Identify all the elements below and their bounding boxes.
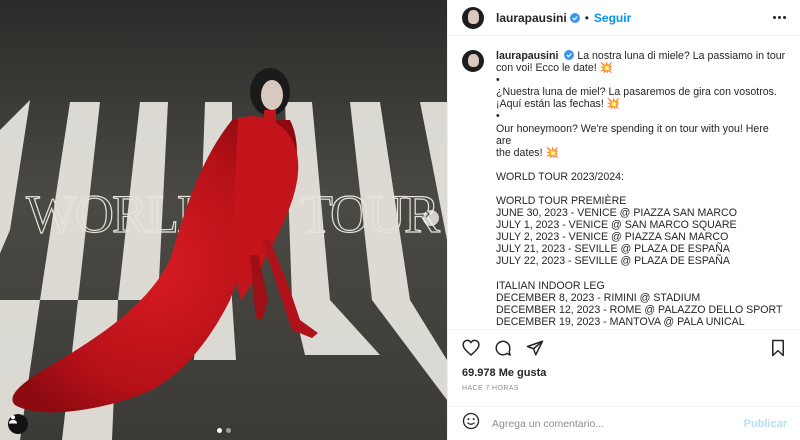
- post-media[interactable]: WORLD TOUR: [0, 0, 447, 440]
- carousel-dot: [225, 428, 231, 433]
- share-icon[interactable]: [524, 337, 546, 359]
- caption-line: ITALIAN INDOOR LEG: [496, 279, 605, 292]
- caption-line: ¿Nuestra luna de miel? La pasaremos de g…: [496, 86, 777, 99]
- caption-line: •: [496, 74, 500, 87]
- follow-separator: •: [584, 10, 589, 25]
- caption-avatar[interactable]: [462, 50, 484, 72]
- caption-line-text: La nostra luna di miele? La passiamo in …: [577, 50, 786, 62]
- header-username[interactable]: laurapausini: [496, 11, 567, 25]
- post-details-panel: laurapausini • Seguir laurapausini La no…: [447, 0, 800, 440]
- caption-line: JULY 1, 2023 - VENICE @ SAN MARCO SQUARE: [496, 219, 737, 232]
- overlay-tour-text: TOUR: [300, 184, 440, 244]
- comment-input[interactable]: [492, 417, 744, 430]
- emoji-icon[interactable]: [462, 412, 480, 435]
- verified-badge-icon: [564, 50, 575, 60]
- action-bar: [448, 329, 800, 365]
- caption-line: DECEMBER 12, 2023 - ROME @ PALAZZO DELLO…: [496, 303, 783, 316]
- verified-badge-icon: [569, 12, 580, 23]
- caption-line: ¡Aquí están las fechas! 💥: [496, 98, 620, 111]
- post-photo: WORLD TOUR: [0, 0, 447, 440]
- caption-area: laurapausini La nostra luna di miele? La…: [448, 36, 800, 329]
- carousel-dots: [0, 428, 447, 433]
- caption-line: •: [496, 110, 500, 123]
- carousel-next-button[interactable]: [423, 210, 439, 226]
- caption-line: DECEMBER 19, 2023 - MANTOVA @ PALA UNICA…: [496, 315, 745, 328]
- more-options-icon[interactable]: [773, 12, 786, 23]
- chevron-right-icon: [425, 210, 430, 218]
- caption-line: con voi! Ecco le date! 💥: [496, 62, 613, 75]
- caption-line: JULY 22, 2023 - SEVILLE @ PLAZA DE ESPAÑ…: [496, 255, 730, 268]
- post-timestamp: HACE 7 HORAS: [462, 385, 519, 392]
- caption-line: JUNE 30, 2023 - VENICE @ PIAZZA SAN MARC…: [496, 207, 737, 220]
- user-tag-icon: [9, 415, 17, 424]
- caption-line: WORLD TOUR PREMIÈRE: [496, 194, 627, 207]
- bookmark-icon[interactable]: [767, 337, 789, 359]
- caption-line: JULY 21, 2023 - SEVILLE @ PLAZA DE ESPAÑ…: [496, 243, 730, 256]
- caption-line: Our honeymoon? We're spending it on tour…: [496, 122, 769, 147]
- comment-bar: Publicar: [448, 406, 800, 440]
- publish-button[interactable]: Publicar: [744, 418, 787, 430]
- caption-text: laurapausini La nostra luna di miele? La…: [496, 50, 786, 329]
- caption-line: laurapausini La nostra luna di miele? La…: [496, 50, 786, 62]
- caption-line: the dates! 💥: [496, 146, 559, 159]
- caption-line: DECEMBER 8, 2023 - RIMINI @ STADIUM: [496, 291, 701, 304]
- heart-icon[interactable]: [460, 337, 482, 359]
- avatar[interactable]: [462, 6, 484, 29]
- caption-line: WORLD TOUR 2023/2024:: [496, 170, 624, 183]
- post-header: laurapausini • Seguir: [448, 0, 800, 36]
- likes-count[interactable]: 69.978 Me gusta: [462, 367, 546, 379]
- follow-button[interactable]: Seguir: [594, 11, 631, 25]
- comment-icon[interactable]: [492, 337, 514, 359]
- caption-username[interactable]: laurapausini: [496, 50, 558, 62]
- user-tag-button[interactable]: [8, 414, 28, 434]
- caption-line: JULY 2, 2023 - VENICE @ PIAZZA SAN MARCO: [496, 231, 729, 244]
- carousel-dot: [216, 428, 222, 433]
